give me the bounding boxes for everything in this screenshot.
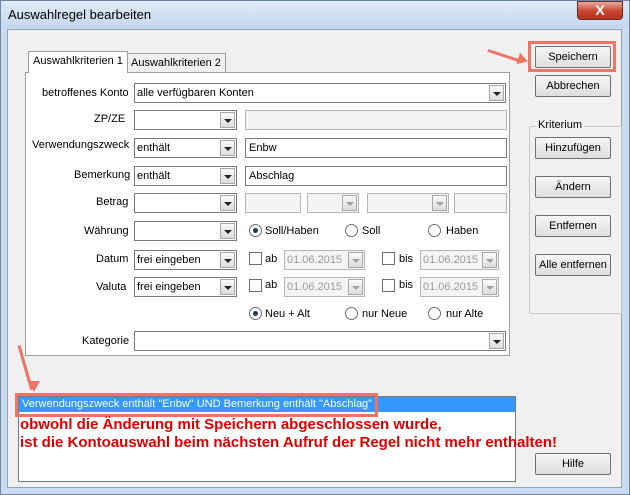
chevron-down-icon[interactable]	[489, 333, 504, 349]
tab-label: Auswahlkriterien 2	[131, 57, 221, 69]
datum-ab-label: ab	[265, 253, 278, 265]
radio-neu-alt[interactable]	[249, 307, 262, 320]
alle-entfernen-button[interactable]: Alle entfernen	[535, 254, 611, 276]
valuta-bis-value: 01.06.2015	[423, 281, 479, 293]
radio-nur-alte-label: nur Alte	[446, 308, 484, 320]
zweck-operator-value: enthält	[137, 142, 171, 154]
chevron-down-icon[interactable]	[489, 85, 504, 101]
arrow-head-icon	[28, 381, 40, 392]
chevron-down-icon[interactable]	[432, 195, 447, 211]
datum-ab-checkbox[interactable]	[249, 252, 262, 265]
datum-bis-value: 01.06.2015	[423, 254, 479, 266]
radio-soll[interactable]	[345, 224, 358, 237]
betrag-dropdown-3[interactable]	[367, 193, 449, 213]
valuta-bis-checkbox[interactable]	[382, 279, 395, 292]
valuta-ab-value: 01.06.2015	[287, 281, 343, 293]
waehrung-label: Währung	[84, 225, 129, 237]
datum-mode-dropdown[interactable]: frei eingeben	[134, 250, 237, 270]
betrag-value-input[interactable]	[245, 193, 301, 213]
window-title: Auswahlregel bearbeiten	[8, 7, 152, 22]
valuta-mode-value: frei eingeben	[137, 281, 201, 293]
tab-auswahlkriterien-2[interactable]: Auswahlkriterien 2	[126, 53, 226, 73]
valuta-ab-label: ab	[265, 279, 278, 291]
radio-nur-neue[interactable]	[345, 307, 358, 320]
chevron-down-icon[interactable]	[220, 195, 235, 211]
betrag-value-input-2[interactable]	[454, 193, 507, 213]
valuta-mode-dropdown[interactable]: frei eingeben	[134, 277, 237, 297]
zweck-input-value: Enbw	[249, 142, 277, 154]
datum-bis-checkbox[interactable]	[382, 252, 395, 265]
annotation-line-2: ist die Kontoauswahl beim nächsten Aufru…	[20, 434, 558, 451]
hinzufuegen-button[interactable]: Hinzufügen	[535, 137, 611, 159]
datum-mode-value: frei eingeben	[137, 254, 201, 266]
konto-dropdown[interactable]: alle verfügbaren Konten	[134, 83, 506, 103]
valuta-bis-label: bis	[399, 279, 414, 291]
radio-neu-alt-label: Neu + Alt	[265, 308, 310, 320]
kategorie-label: Kategorie	[82, 335, 130, 347]
zpze-textbox[interactable]	[245, 110, 507, 130]
speichern-highlight-box	[528, 41, 616, 72]
bemerkung-operator-dropdown[interactable]: enthält	[134, 166, 237, 186]
radio-nur-neue-label: nur Neue	[362, 308, 408, 320]
radio-haben[interactable]	[428, 224, 441, 237]
valuta-bis-picker[interactable]: 01.06.2015	[420, 277, 499, 297]
zweck-input[interactable]: Enbw	[245, 138, 507, 158]
kriterium-group-label: Kriterium	[536, 119, 585, 131]
bemerkung-operator-value: enthält	[137, 170, 171, 182]
zweck-label: Verwendungszweck	[32, 139, 130, 151]
betrag-operator-dropdown[interactable]	[134, 193, 237, 213]
tab-auswahlkriterien-1[interactable]: Auswahlkriterien 1	[28, 51, 128, 73]
valuta-ab-checkbox[interactable]	[249, 279, 262, 292]
valuta-label: Valuta	[96, 281, 127, 293]
chevron-down-icon[interactable]	[342, 195, 357, 211]
chevron-down-icon[interactable]	[220, 112, 235, 128]
chevron-down-icon[interactable]	[220, 223, 235, 239]
bemerkung-label: Bemerkung	[74, 169, 131, 181]
betrag-dropdown-2[interactable]	[307, 193, 359, 213]
radio-soll-label: Soll	[362, 225, 381, 237]
bemerkung-input-value: Abschlag	[249, 170, 295, 182]
radio-soll-haben-label: Soll/Haben	[265, 225, 319, 237]
tab-label: Auswahlkriterien 1	[33, 55, 123, 67]
datum-bis-picker[interactable]: 01.06.2015	[420, 250, 499, 270]
chevron-down-icon[interactable]	[482, 279, 497, 295]
konto-label: betroffenes Konto	[42, 87, 129, 99]
chevron-down-icon[interactable]	[220, 140, 235, 156]
zpze-label: ZP/ZE	[94, 113, 126, 125]
konto-value: alle verfügbaren Konten	[137, 87, 254, 99]
chevron-down-icon[interactable]	[220, 279, 235, 295]
datum-bis-label: bis	[399, 253, 414, 265]
datum-label: Datum	[96, 253, 129, 265]
bemerkung-input[interactable]: Abschlag	[245, 166, 507, 186]
zweck-operator-dropdown[interactable]: enthält	[134, 138, 237, 158]
entfernen-button[interactable]: Entfernen	[535, 215, 611, 237]
chevron-down-icon[interactable]	[482, 252, 497, 268]
betrag-label: Betrag	[96, 196, 129, 208]
waehrung-dropdown[interactable]	[134, 221, 237, 241]
chevron-down-icon[interactable]	[348, 252, 363, 268]
chevron-down-icon[interactable]	[220, 168, 235, 184]
zpze-dropdown[interactable]	[134, 110, 237, 130]
aendern-button[interactable]: Ändern	[535, 176, 611, 198]
criteria-highlight-box	[15, 393, 378, 417]
datum-ab-value: 01.06.2015	[287, 254, 343, 266]
annotation-line-1: obwohl die Änderung mit Speichern abgesc…	[20, 416, 442, 433]
hilfe-button[interactable]: Hilfe	[535, 453, 611, 475]
chevron-down-icon[interactable]	[220, 252, 235, 268]
radio-haben-label: Haben	[446, 225, 479, 237]
datum-ab-picker[interactable]: 01.06.2015	[284, 250, 365, 270]
chevron-down-icon[interactable]	[348, 279, 363, 295]
radio-soll-haben[interactable]	[249, 224, 262, 237]
radio-nur-alte[interactable]	[428, 307, 441, 320]
close-button[interactable]: X	[577, 1, 623, 20]
kategorie-dropdown[interactable]	[134, 331, 506, 351]
abbrechen-button[interactable]: Abbrechen	[535, 75, 611, 97]
valuta-ab-picker[interactable]: 01.06.2015	[284, 277, 365, 297]
